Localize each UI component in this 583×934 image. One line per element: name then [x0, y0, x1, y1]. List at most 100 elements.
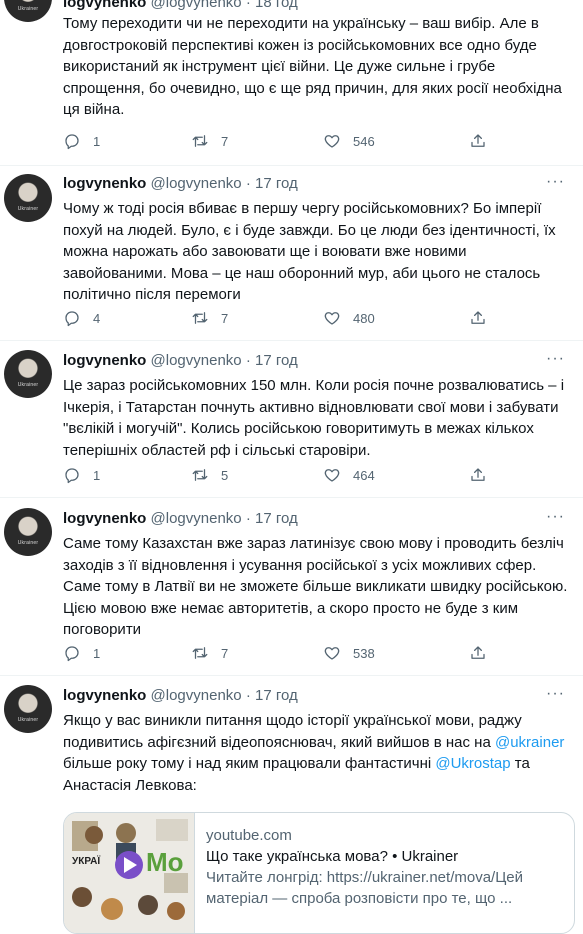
retweet-icon [191, 309, 209, 327]
retweet-count: 7 [221, 645, 229, 661]
tweet-text-part: більше року тому і над яким працювали фа… [63, 755, 432, 772]
reply-icon [63, 644, 81, 662]
timestamp[interactable]: 17 год [255, 352, 298, 369]
thumbnail-text: Мо [146, 847, 184, 877]
share-icon [469, 132, 487, 150]
more-options-icon[interactable]: ··· [546, 685, 565, 703]
retweet-button[interactable]: 7 [191, 309, 228, 327]
author-name[interactable]: logvynenko [63, 175, 146, 192]
author-handle[interactable]: @logvynenko [151, 352, 242, 369]
card-domain: youtube.com [206, 827, 292, 844]
author-name[interactable]: logvynenko [63, 510, 146, 527]
reply-count: 1 [93, 467, 101, 483]
tweet-header: logvynenko @logvynenko · 17 год [63, 175, 298, 192]
tweet-actions: 1 7 546 [63, 132, 503, 152]
like-icon [323, 309, 341, 327]
retweet-icon [191, 466, 209, 484]
mention-link[interactable]: @Ukrostap [435, 755, 510, 772]
reply-count: 1 [93, 645, 101, 661]
like-icon [323, 644, 341, 662]
like-icon [323, 132, 341, 150]
author-name[interactable]: logvynenko [63, 352, 146, 369]
like-button[interactable]: 464 [323, 466, 375, 484]
avatar[interactable]: Ukrainer [4, 0, 52, 22]
reply-button[interactable]: 1 [63, 132, 100, 150]
retweet-count: 7 [221, 133, 229, 149]
reply-icon [63, 309, 81, 327]
share-button[interactable] [469, 309, 487, 327]
share-icon [469, 644, 487, 662]
tweet-text: Це зараз російськомовних 150 млн. Коли р… [63, 377, 565, 459]
retweet-button[interactable]: 7 [191, 132, 228, 150]
more-options-icon[interactable]: ··· [546, 350, 565, 368]
reply-icon [63, 466, 81, 484]
retweet-button[interactable]: 7 [191, 644, 228, 662]
tweet-header: logvynenko @logvynenko · 17 год [63, 510, 298, 527]
reply-button[interactable]: 4 [63, 309, 100, 327]
author-handle[interactable]: @logvynenko [151, 0, 242, 11]
author-handle[interactable]: @logvynenko [151, 175, 242, 192]
share-icon [469, 309, 487, 327]
like-count: 480 [353, 310, 375, 326]
card-description: Читайте лонгрід: https://ukrainer.net/mo… [206, 869, 524, 907]
divider [0, 675, 583, 676]
retweet-icon [191, 644, 209, 662]
more-options-icon[interactable]: ··· [546, 508, 565, 526]
retweet-button[interactable]: 5 [191, 466, 228, 484]
tweet-header: logvynenko @logvynenko · 17 год [63, 687, 298, 704]
timestamp[interactable]: 17 год [255, 510, 298, 527]
avatar[interactable]: Ukrainer [4, 685, 52, 733]
divider [0, 340, 583, 341]
divider [0, 497, 583, 498]
like-count: 538 [353, 645, 375, 661]
timestamp[interactable]: 17 год [255, 687, 298, 704]
tweet-actions: 1 7 538 [63, 644, 503, 664]
like-count: 546 [353, 133, 375, 149]
video-thumbnail[interactable]: УКРАЇ Мо [64, 813, 195, 933]
tweet-header: logvynenko @logvynenko · 18 год [63, 0, 298, 11]
like-button[interactable]: 546 [323, 132, 375, 150]
reply-count: 1 [93, 133, 101, 149]
tweet-actions: 1 5 464 [63, 466, 503, 486]
avatar[interactable]: Ukrainer [4, 508, 52, 556]
like-button[interactable]: 538 [323, 644, 375, 662]
avatar[interactable]: Ukrainer [4, 350, 52, 398]
separator-dot: · [245, 175, 251, 192]
tweet-text-part: Якщо у вас виникли питання щодо історії … [63, 712, 522, 751]
retweet-count: 5 [221, 467, 229, 483]
author-handle[interactable]: @logvynenko [151, 687, 242, 704]
tweet[interactable]: Ukrainer logvynenko @logvynenko · 17 год… [0, 340, 583, 497]
tweet[interactable]: Ukrainer logvynenko @logvynenko · 18 год… [0, 0, 583, 165]
thumbnail-text: УКРАЇ [72, 856, 101, 867]
tweet[interactable]: Ukrainer logvynenko @logvynenko · 17 год… [0, 165, 583, 340]
author-handle[interactable]: @logvynenko [151, 510, 242, 527]
card-body: youtube.com Що таке українська мова? • U… [206, 825, 566, 909]
reply-count: 4 [93, 310, 101, 326]
separator-dot: · [245, 687, 251, 704]
like-icon [323, 466, 341, 484]
tweet[interactable]: Ukrainer logvynenko @logvynenko · 17 год… [0, 497, 583, 675]
author-name[interactable]: logvynenko [63, 0, 146, 11]
tweet-text: Тому переходити чи не переходити на укра… [63, 15, 562, 118]
timestamp[interactable]: 17 год [255, 175, 298, 192]
mention-link[interactable]: @ukrainer [495, 734, 564, 751]
author-name[interactable]: logvynenko [63, 687, 146, 704]
tweet-actions: 4 7 480 [63, 309, 503, 329]
avatar[interactable]: Ukrainer [4, 174, 52, 222]
tweet-text: Саме тому Казахстан вже зараз латинізує … [63, 535, 568, 638]
tweet-text: Якщо у вас виникли питання щодо історії … [63, 710, 573, 796]
reply-icon [63, 132, 81, 150]
like-button[interactable]: 480 [323, 309, 375, 327]
more-options-icon[interactable]: ··· [546, 173, 565, 191]
retweet-icon [191, 132, 209, 150]
reply-button[interactable]: 1 [63, 644, 100, 662]
card-title: Що таке українська мова? • Ukrainer [206, 848, 459, 865]
retweet-count: 7 [221, 310, 229, 326]
share-icon [469, 466, 487, 484]
separator-dot: · [245, 510, 251, 527]
share-button[interactable] [469, 644, 487, 662]
reply-button[interactable]: 1 [63, 466, 100, 484]
timestamp[interactable]: 18 год [255, 0, 298, 11]
share-button[interactable] [469, 466, 487, 484]
share-button[interactable] [469, 132, 487, 150]
